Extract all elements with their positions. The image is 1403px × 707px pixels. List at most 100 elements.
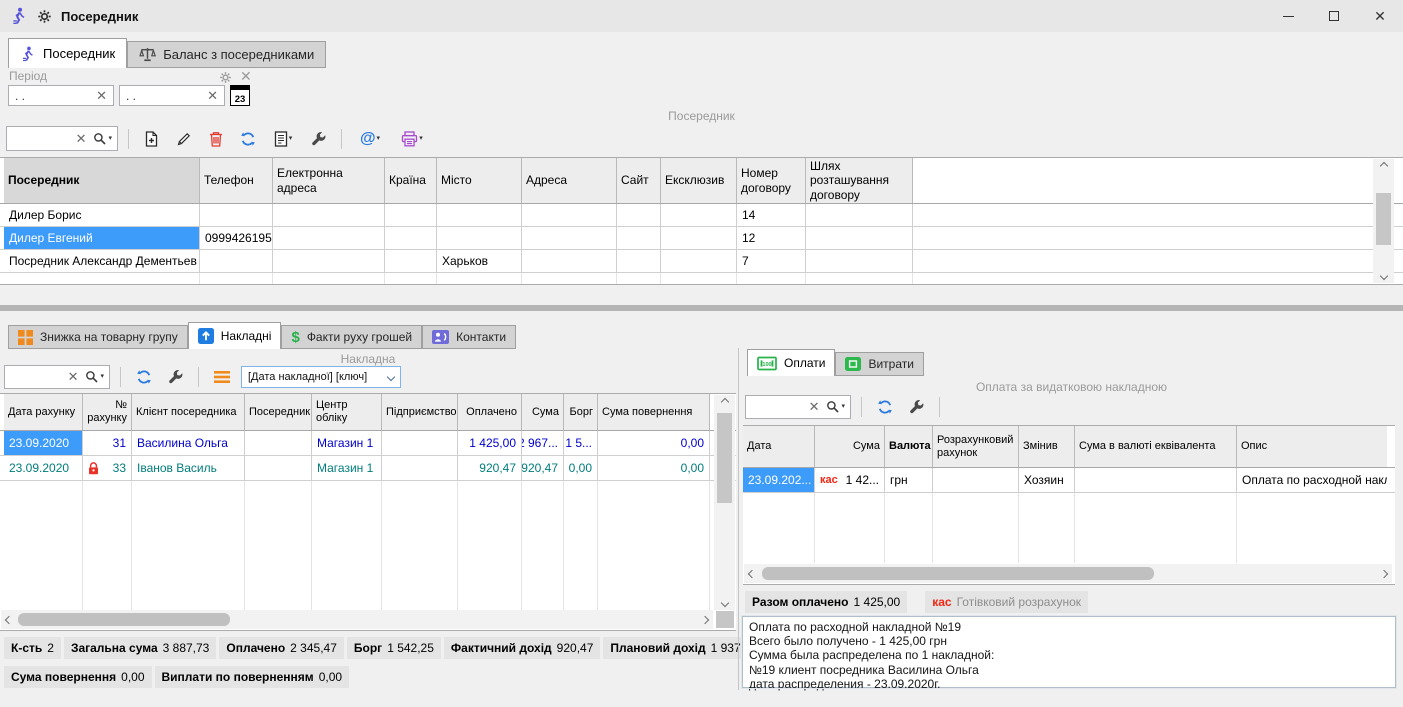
scrollbar-thumb[interactable] xyxy=(717,413,732,503)
cell-changed-by[interactable]: Хозяин xyxy=(1019,468,1075,492)
column-header-phone[interactable]: Телефон xyxy=(200,158,273,203)
table-row-selected[interactable]: Дилер Евгений 0999426195 12 xyxy=(0,227,1403,250)
column-header-exclusive[interactable]: Ексклюзив xyxy=(661,158,737,203)
column-header-date[interactable]: Дата xyxy=(743,426,815,467)
column-header-account[interactable]: Розрахунковий рахунок xyxy=(933,426,1019,467)
cell-debt[interactable]: 0,00 xyxy=(564,456,598,480)
cell-contract-path[interactable] xyxy=(806,227,913,249)
cell-country[interactable] xyxy=(385,204,437,226)
period-date-to[interactable]: . . ✕ xyxy=(119,85,225,106)
refresh-button[interactable] xyxy=(235,126,260,151)
cell-phone[interactable]: 0999426195 xyxy=(200,227,273,249)
sort-selector[interactable]: [Дата накладної] [ключ] xyxy=(241,366,401,388)
cell-email[interactable] xyxy=(273,227,385,249)
column-header-invoice-date[interactable]: Дата рахунку xyxy=(4,394,83,430)
cell-intermediary[interactable] xyxy=(245,456,312,480)
column-header-debt[interactable]: Борг xyxy=(564,394,598,430)
search-input[interactable]: ✕ ▾ xyxy=(6,126,118,151)
cell-name[interactable]: Посредник Александр Дементьев xyxy=(4,250,200,272)
column-header-city[interactable]: Місто xyxy=(437,158,522,203)
scroll-left-icon[interactable] xyxy=(748,569,756,577)
cell-client[interactable]: Іванов Василь xyxy=(132,456,245,480)
cell-center[interactable]: Магазин 1 xyxy=(312,456,382,480)
column-header-country[interactable]: Країна xyxy=(385,158,437,203)
cell-contract[interactable]: 12 xyxy=(737,227,806,249)
clear-icon[interactable]: ✕ xyxy=(96,89,107,102)
cell-exclusive[interactable] xyxy=(661,204,737,226)
refresh-button[interactable] xyxy=(131,364,156,389)
scrollbar-thumb[interactable] xyxy=(1376,193,1391,245)
period-settings-icon[interactable] xyxy=(219,71,232,84)
scroll-down-icon[interactable] xyxy=(1379,272,1387,280)
search-icon[interactable]: ▾ xyxy=(93,132,112,145)
clear-icon[interactable]: ✕ xyxy=(207,89,218,102)
cell-refund[interactable]: 0,00 xyxy=(598,456,710,480)
cell-sum[interactable]: 2 967... xyxy=(522,431,564,455)
cell-country[interactable] xyxy=(385,250,437,272)
column-header-contract-number[interactable]: Номер договору xyxy=(737,158,806,203)
column-header-changed-by[interactable]: Змінив xyxy=(1019,426,1075,467)
cell-email[interactable] xyxy=(273,250,385,272)
list-icon[interactable] xyxy=(209,364,234,389)
cell-sum[interactable]: 1 42... xyxy=(846,473,879,487)
column-header-enterprise[interactable]: Підприємство xyxy=(382,394,458,430)
scrollbar-thumb[interactable] xyxy=(762,567,1154,580)
column-header-intermediary[interactable]: Посередник xyxy=(4,158,200,203)
clear-icon[interactable]: ✕ xyxy=(809,400,820,413)
tab-invoices[interactable]: Накладні xyxy=(188,322,282,349)
calendar-icon[interactable]: 23 xyxy=(230,85,250,106)
add-record-button[interactable] xyxy=(139,126,164,151)
search-input[interactable]: ✕ ▾ xyxy=(745,395,851,419)
horizontal-splitter[interactable] xyxy=(0,305,1403,311)
table-row[interactable]: Посредник Александр Дементьев Харьков 7 xyxy=(0,250,1403,273)
cell-address[interactable] xyxy=(522,250,617,272)
cell-name[interactable]: Дилер Борис xyxy=(4,204,200,226)
cell-enterprise[interactable] xyxy=(382,431,458,455)
vertical-scrollbar[interactable] xyxy=(1373,159,1394,283)
table-row[interactable]: Дилер Борис 14 xyxy=(0,204,1403,227)
cell-intermediary[interactable] xyxy=(245,431,312,455)
cell-paid[interactable]: 920,47 xyxy=(458,456,522,480)
tab-discount-group[interactable]: Знижка на товарну групу xyxy=(8,325,188,349)
scroll-down-icon[interactable] xyxy=(720,599,728,607)
search-input[interactable]: ✕ ▾ xyxy=(4,365,110,389)
cell-refund[interactable]: 0,00 xyxy=(598,431,710,455)
horizontal-scrollbar[interactable] xyxy=(744,564,1392,583)
cell-site[interactable] xyxy=(617,227,661,249)
column-header-address[interactable]: Адреса xyxy=(522,158,617,203)
cell-date[interactable]: 23.09.2020 xyxy=(4,456,83,480)
cell-number[interactable]: 31 xyxy=(83,431,132,455)
cell-city[interactable]: Харьков xyxy=(437,250,522,272)
close-button[interactable]: ✕ xyxy=(1357,0,1403,32)
column-header-email[interactable]: Електронна адреса xyxy=(273,158,385,203)
scroll-right-icon[interactable] xyxy=(701,615,709,623)
cell-city[interactable] xyxy=(437,227,522,249)
tools-button[interactable] xyxy=(904,394,929,419)
email-button[interactable]: @▾ xyxy=(352,126,388,151)
tab-balance[interactable]: Баланс з посередниками xyxy=(127,41,326,68)
scroll-right-icon[interactable] xyxy=(1380,569,1388,577)
cell-center[interactable]: Магазин 1 xyxy=(312,431,382,455)
cell-date[interactable]: 23.09.2020 xyxy=(4,431,83,455)
column-header-client[interactable]: Клієнт посередника xyxy=(132,394,245,430)
period-close-icon[interactable]: ✕ xyxy=(240,68,252,85)
report-button[interactable]: ▾ xyxy=(267,126,299,151)
cell-currency[interactable]: грн xyxy=(885,468,933,492)
cell-contract[interactable]: 14 xyxy=(737,204,806,226)
column-header-contract-path[interactable]: Шлях розташування договору xyxy=(806,158,913,203)
cell-city[interactable] xyxy=(437,204,522,226)
cell-address[interactable] xyxy=(522,227,617,249)
clear-icon[interactable]: ✕ xyxy=(76,132,87,145)
column-header-sum[interactable]: Сума xyxy=(815,426,885,467)
table-row-selected[interactable]: 23.09.202... кас 1 42... грн Хозяин Опла… xyxy=(743,468,1395,493)
tools-button[interactable] xyxy=(163,364,188,389)
cell-number[interactable]: 33 xyxy=(113,461,126,475)
tab-money-flow[interactable]: $ Факти руху грошей xyxy=(281,325,422,349)
column-header-site[interactable]: Сайт xyxy=(617,158,661,203)
cell-phone[interactable] xyxy=(200,250,273,272)
cell-account[interactable] xyxy=(933,468,1019,492)
table-row-selected[interactable]: 23.09.2020 31 Василина Ольга Магазин 1 1… xyxy=(0,431,736,456)
cell-sum[interactable]: 920,47 xyxy=(522,456,564,480)
cell-debt[interactable]: 1 5... xyxy=(564,431,598,455)
column-header-refund[interactable]: Сума повернення xyxy=(598,394,710,430)
